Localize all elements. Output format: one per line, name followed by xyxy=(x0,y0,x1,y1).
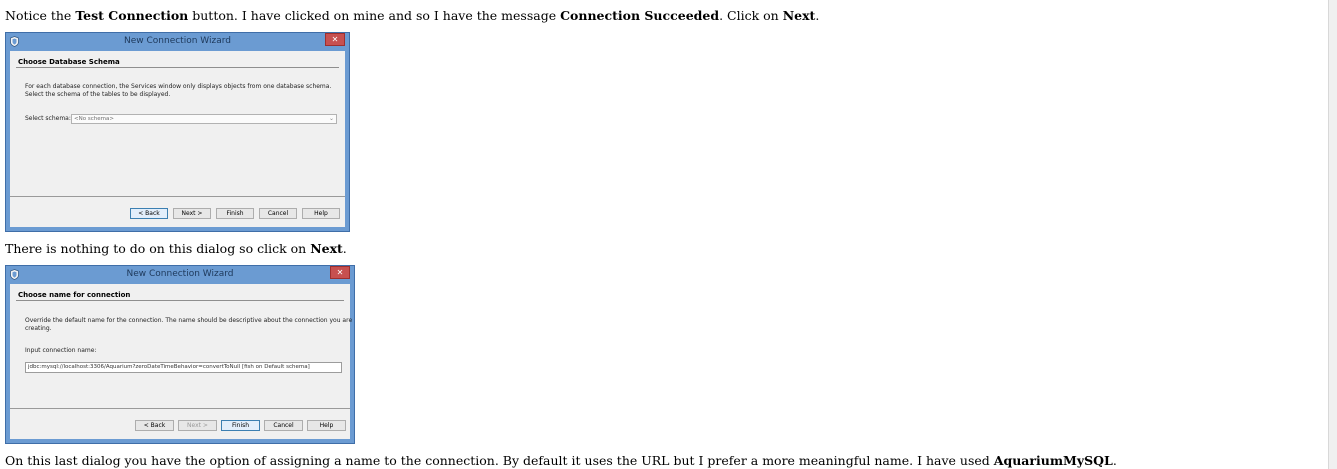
instruction-paragraph-3: On this last dialog you have the option … xyxy=(5,453,1117,469)
instruction-paragraph-1: Notice the Test Connection button. I hav… xyxy=(5,8,819,24)
dialog-client-area: Choose Database Schema For each database… xyxy=(10,51,345,227)
dialog-title: New Connection Wizard xyxy=(126,269,234,279)
bold-text: Next xyxy=(782,8,816,23)
next-button: Next > xyxy=(173,208,211,219)
description-line-2: Select the schema of the tables to be di… xyxy=(25,91,171,98)
dialog-client-area: Choose name for connection Override the … xyxy=(10,284,353,439)
cancel-button: Cancel xyxy=(259,208,297,219)
title-bar: New Connection Wizard ✕ xyxy=(6,33,349,51)
schema-dropdown: <No schema> ⌄ xyxy=(71,114,337,124)
instruction-paragraph-2: There is nothing to do on this dialog so… xyxy=(5,241,347,257)
text: . Click on xyxy=(719,8,783,23)
text: On this last dialog you have the option … xyxy=(5,453,994,468)
text: . xyxy=(1112,453,1117,468)
bold-text: Next xyxy=(310,241,343,256)
connection-name-label: Input connection name: xyxy=(25,347,97,354)
description-line-2: creating. xyxy=(25,325,52,332)
step-heading: Choose name for connection xyxy=(18,291,131,299)
bold-text: Test Connection xyxy=(75,8,189,23)
chevron-down-icon: ⌄ xyxy=(328,115,334,122)
back-button: < Back xyxy=(130,208,168,219)
text: . xyxy=(342,241,347,256)
title-bar: New Connection Wizard ✕ xyxy=(6,266,354,284)
help-button: Help xyxy=(307,420,346,431)
cancel-button: Cancel xyxy=(264,420,303,431)
close-icon: ✕ xyxy=(330,266,350,279)
heading-divider xyxy=(16,67,339,68)
text: Notice the xyxy=(5,8,76,23)
schema-label: Select schema: xyxy=(25,115,71,122)
bold-text: Connection Succeeded xyxy=(560,8,720,23)
finish-button: Finish xyxy=(221,420,260,431)
connection-name-dialog-screenshot: New Connection Wizard ✕ Choose name for … xyxy=(5,265,355,444)
back-button: < Back xyxy=(135,420,174,431)
text: . xyxy=(815,8,820,23)
close-icon: ✕ xyxy=(325,33,345,46)
dialog-title: New Connection Wizard xyxy=(124,36,231,46)
button-divider xyxy=(10,408,350,409)
text: button. I have clicked on mine and so I … xyxy=(188,8,561,23)
bold-text: AquariumMySQL xyxy=(993,453,1113,468)
description-line-1: For each database connection, the Servic… xyxy=(25,83,332,90)
vertical-scrollbar[interactable] xyxy=(1328,0,1337,469)
next-button: Next > xyxy=(178,420,217,431)
schema-dialog-screenshot: New Connection Wizard ✕ Choose Database … xyxy=(5,32,350,232)
help-button: Help xyxy=(302,208,340,219)
schema-value: <No schema> xyxy=(74,116,114,122)
button-divider xyxy=(10,196,345,197)
step-heading: Choose Database Schema xyxy=(18,58,120,66)
text: There is nothing to do on this dialog so… xyxy=(5,241,311,256)
description-line-1: Override the default name for the connec… xyxy=(25,317,353,324)
finish-button: Finish xyxy=(216,208,254,219)
heading-divider xyxy=(16,300,344,301)
connection-name-field: jdbc:mysql://localhost:3306/Aquarium?zer… xyxy=(25,362,342,373)
